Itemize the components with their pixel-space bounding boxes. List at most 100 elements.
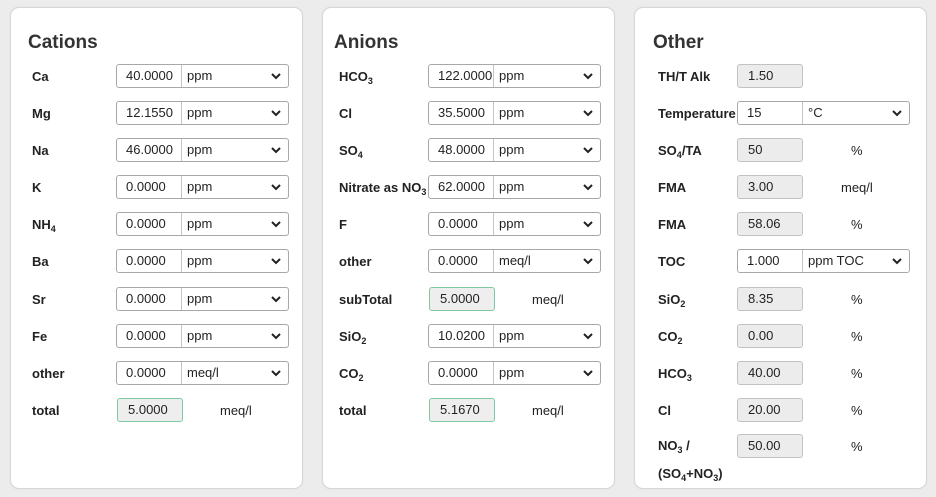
other-row-fma-meq: FMA 3.00 meq/l (635, 175, 926, 201)
anion-co2-input[interactable]: 0.0000 (429, 362, 494, 384)
label-text: SO (339, 143, 358, 158)
cation-total-unit: meq/l (220, 403, 252, 418)
anion-nitrate-unit-select[interactable]: ppm (494, 176, 601, 198)
anion-so4-unit-select[interactable]: ppm (494, 139, 601, 161)
other-row-no3-ratio: NO3 /(SO4+NO3) 50.00 % (635, 434, 926, 484)
cation-nh4-input[interactable]: 0.0000 (117, 213, 182, 235)
unit-text: meq/l (499, 253, 531, 268)
cation-nh4-unit-select[interactable]: ppm (182, 213, 289, 235)
unit-text: ppm (499, 142, 525, 157)
cation-ba-field: 0.0000 ppm (116, 249, 289, 273)
cation-na-input[interactable]: 46.0000 (117, 139, 182, 161)
toc-unit-select[interactable]: ppm TOC (803, 250, 910, 272)
cl-pct-label: Cl (658, 403, 671, 418)
chevron-down-icon (271, 370, 281, 377)
label-subscript: 3 (367, 76, 373, 86)
anion-label: HCO3 (339, 69, 373, 86)
cation-ba-input[interactable]: 0.0000 (117, 250, 182, 272)
cation-k-input[interactable]: 0.0000 (117, 176, 182, 198)
label-subscript: 2 (677, 336, 683, 346)
cation-ca-input[interactable]: 40.0000 (117, 65, 182, 87)
label-text: SO (658, 143, 677, 158)
chevron-down-icon (583, 184, 593, 191)
cation-ca-unit-select[interactable]: ppm (182, 65, 289, 87)
label-text: CO (658, 329, 678, 344)
toc-input[interactable]: 1.000 (738, 250, 803, 272)
chevron-down-icon (583, 370, 593, 377)
no3-ratio-value: 50.00 (737, 434, 803, 458)
cation-fe-input[interactable]: 0.0000 (117, 325, 182, 347)
cation-other-unit-select[interactable]: meq/l (182, 362, 289, 384)
unit-text: meq/l (187, 365, 219, 380)
cation-mg-unit-select[interactable]: ppm (182, 102, 289, 124)
label-text: HCO (658, 366, 687, 381)
cation-label: Mg (32, 106, 51, 121)
anion-cl-input[interactable]: 35.5000 (429, 102, 494, 124)
anion-co2-field: 0.0000 ppm (428, 361, 601, 385)
unit-text: ppm (499, 328, 525, 343)
unit-text: ppm (187, 216, 213, 231)
cation-sr-unit-select[interactable]: ppm (182, 288, 289, 310)
anion-total-value: 5.1670 (429, 398, 495, 422)
cation-sr-input[interactable]: 0.0000 (117, 288, 182, 310)
co2-pct-value: 0.00 (737, 324, 803, 348)
so4-ta-label: SO4/TA (658, 143, 702, 160)
anion-other-input[interactable]: 0.0000 (429, 250, 494, 272)
anions-panel: Anions HCO3 122.0000 ppm Cl 35.5000 ppm … (322, 7, 615, 489)
anion-so4-input[interactable]: 48.0000 (429, 139, 494, 161)
toc-field: 1.000 ppm TOC (737, 249, 910, 273)
cation-fe-unit-select[interactable]: ppm (182, 325, 289, 347)
so4-ta-unit: % (851, 143, 863, 158)
anion-sio2-input[interactable]: 10.0200 (429, 325, 494, 347)
cation-k-unit-select[interactable]: ppm (182, 176, 289, 198)
anion-subtotal-value: 5.0000 (429, 287, 495, 311)
cation-ba-unit-select[interactable]: ppm (182, 250, 289, 272)
chevron-down-icon (583, 147, 593, 154)
anion-co2-unit-select[interactable]: ppm (494, 362, 601, 384)
anion-f-input[interactable]: 0.0000 (429, 213, 494, 235)
cation-label: NH4 (32, 217, 56, 234)
cation-label: Fe (32, 329, 48, 344)
unit-text: ppm (187, 105, 213, 120)
cation-mg-input[interactable]: 12.1550 (117, 102, 182, 124)
anion-f-unit-select[interactable]: ppm (494, 213, 601, 235)
cation-other-input[interactable]: 0.0000 (117, 362, 182, 384)
anion-cl-unit-select[interactable]: ppm (494, 102, 601, 124)
cation-nh4-field: 0.0000 ppm (116, 212, 289, 236)
chevron-down-icon (271, 333, 281, 340)
cation-row-other: other 0.0000 meq/l (11, 361, 302, 387)
anion-hco3-input[interactable]: 122.0000 (429, 65, 494, 87)
anion-total-label: total (339, 403, 367, 418)
unit-text: °C (808, 105, 823, 120)
sio2-pct-label: SiO2 (658, 292, 685, 309)
chevron-down-icon (271, 258, 281, 265)
anion-row-total: total 5.1670 meq/l (323, 398, 614, 424)
fma-meq-unit: meq/l (841, 180, 873, 195)
anion-hco3-unit-select[interactable]: ppm (494, 65, 601, 87)
cations-panel: Cations Ca 40.0000 ppm Mg 12.1550 ppm Na… (10, 7, 303, 489)
th-alk-label: TH/T Alk (658, 69, 711, 84)
temperature-unit-select[interactable]: °C (803, 102, 910, 124)
anion-nitrate-input[interactable]: 62.0000 (429, 176, 494, 198)
anion-label: SiO2 (339, 329, 366, 346)
cation-na-field: 46.0000 ppm (116, 138, 289, 162)
cation-sr-field: 0.0000 ppm (116, 287, 289, 311)
cation-na-unit-select[interactable]: ppm (182, 139, 289, 161)
cation-row-ca: Ca 40.0000 ppm (11, 64, 302, 90)
anion-sio2-unit-select[interactable]: ppm (494, 325, 601, 347)
anion-subtotal-label: subTotal (339, 292, 393, 307)
cation-other-field: 0.0000 meq/l (116, 361, 289, 385)
anion-row-sio2: SiO2 10.0200 ppm (323, 324, 614, 350)
cation-row-sr: Sr 0.0000 ppm (11, 287, 302, 313)
label-subscript: 3 (421, 187, 427, 197)
cation-row-nh4: NH4 0.0000 ppm (11, 212, 302, 238)
anion-other-unit-select[interactable]: meq/l (494, 250, 601, 272)
fma-label: FMA (658, 180, 687, 195)
cations-title: Cations (28, 32, 98, 53)
sio2-pct-value: 8.35 (737, 287, 803, 311)
cation-row-na: Na 46.0000 ppm (11, 138, 302, 164)
temperature-input[interactable]: 15 (738, 102, 803, 124)
unit-text: ppm (499, 365, 525, 380)
anion-row-co2: CO2 0.0000 ppm (323, 361, 614, 387)
label-text-line2: (SO (658, 466, 682, 481)
